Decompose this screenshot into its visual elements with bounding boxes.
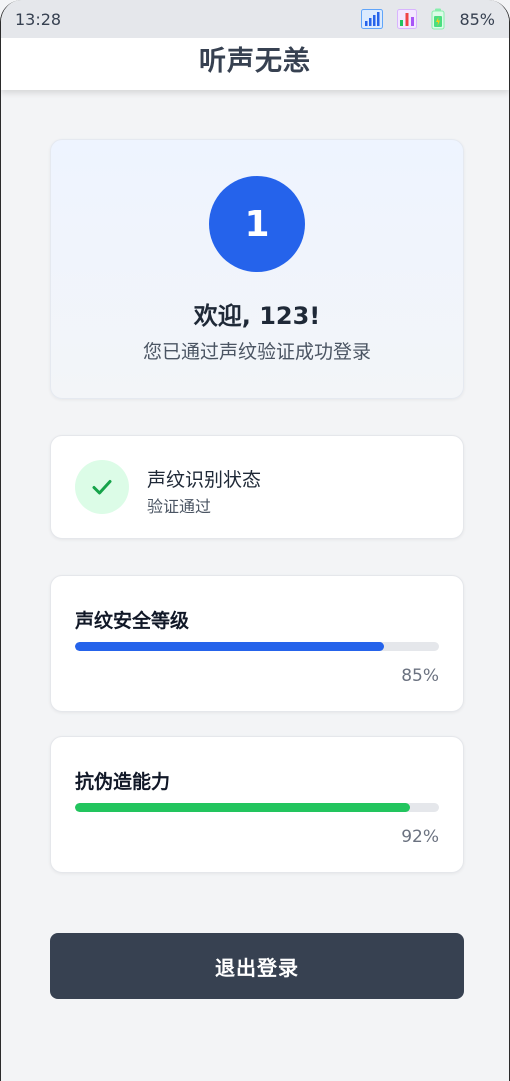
battery-icon — [431, 8, 445, 30]
voiceprint-status-card: 声纹识别状态 验证通过 — [50, 435, 464, 539]
status-badge: 验证通过 — [147, 497, 212, 516]
phone-screen: 13:28 85% 听声无恙 1 欢迎, 123! 您已通过声纹验证成功登录 声… — [0, 0, 510, 1081]
anti-spoofing-bar — [75, 803, 410, 812]
wifi-signal-icon — [361, 9, 384, 29]
status-title: 声纹识别状态 — [147, 469, 262, 491]
status-icons: 85% — [361, 8, 495, 30]
metric-title: 声纹安全等级 — [75, 610, 190, 632]
progress-track — [75, 803, 439, 812]
anti-spoofing-card: 抗伪造能力 92% — [50, 736, 464, 873]
welcome-title: 欢迎, 123! — [193, 302, 321, 330]
logout-button[interactable]: 退出登录 — [50, 933, 464, 999]
welcome-card: 1 欢迎, 123! 您已通过声纹验证成功登录 — [50, 139, 464, 399]
security-level-card: 声纹安全等级 85% — [50, 575, 464, 712]
avatar: 1 — [209, 176, 305, 272]
status-bar: 13:28 85% — [1, 0, 509, 38]
page-title: 听声无恙 — [199, 45, 311, 77]
battery-percent: 85% — [459, 9, 495, 29]
welcome-subtitle: 您已通过声纹验证成功登录 — [142, 341, 371, 363]
progress-track — [75, 642, 439, 651]
metric-title: 抗伪造能力 — [75, 771, 171, 793]
cellular-signal-icon — [397, 9, 418, 29]
metric-value: 92% — [401, 827, 439, 847]
security-level-bar — [75, 642, 385, 651]
status-time: 13:28 — [15, 9, 62, 29]
metric-value: 85% — [401, 666, 439, 686]
check-icon — [75, 460, 129, 514]
